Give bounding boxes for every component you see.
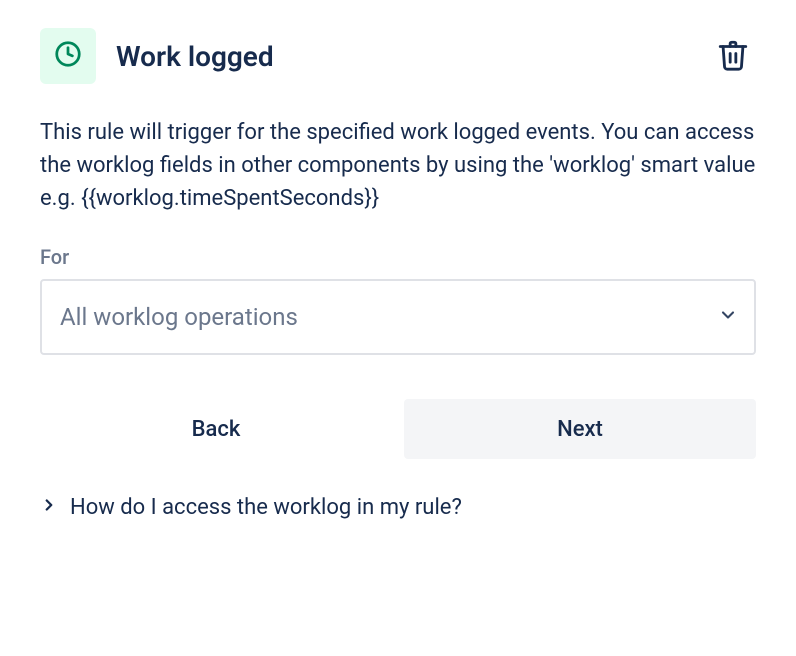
- chevron-right-icon: [40, 495, 58, 520]
- help-expand-label: How do I access the worklog in my rule?: [70, 495, 462, 520]
- panel-title: Work logged: [116, 40, 274, 73]
- back-button[interactable]: Back: [40, 399, 392, 459]
- delete-button[interactable]: [710, 32, 756, 81]
- header-row: Work logged: [40, 28, 756, 84]
- next-button[interactable]: Next: [404, 399, 756, 459]
- trash-icon: [716, 38, 750, 75]
- clock-icon-badge: [40, 28, 96, 84]
- rule-config-panel: Work logged This rule will trigger for t…: [0, 0, 796, 520]
- for-select-value: All worklog operations: [60, 303, 298, 331]
- for-select-wrapper: All worklog operations: [40, 279, 756, 355]
- for-select[interactable]: All worklog operations: [40, 279, 756, 355]
- header-left: Work logged: [40, 28, 274, 84]
- help-expand-toggle[interactable]: How do I access the worklog in my rule?: [40, 495, 462, 520]
- rule-description: This rule will trigger for the specified…: [40, 116, 756, 215]
- button-row: Back Next: [40, 399, 756, 459]
- clock-icon: [53, 39, 83, 73]
- for-field-label: For: [40, 245, 756, 269]
